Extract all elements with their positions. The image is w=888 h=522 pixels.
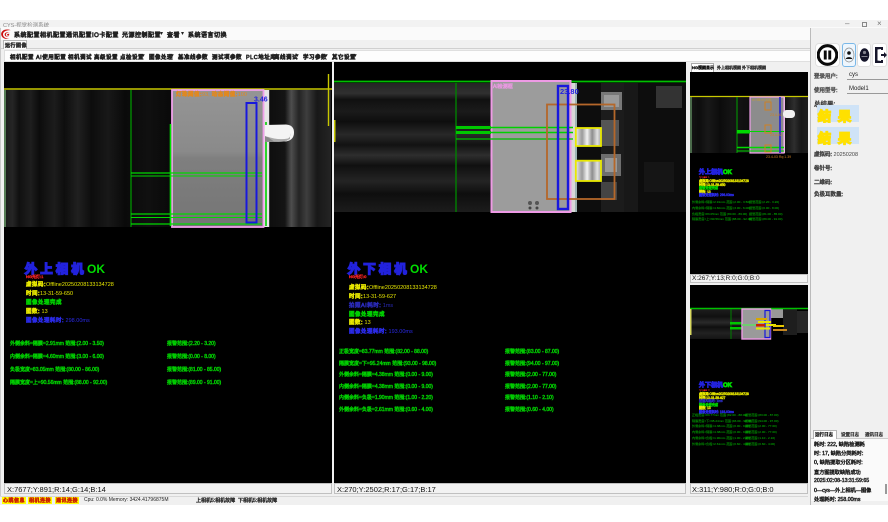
svg-text:□□:93 □□:100: □□:93 □□:100 bbox=[752, 98, 771, 102]
svg-text:3.46: 3.46 bbox=[254, 97, 268, 104]
svg-text:23.80: 23.80 bbox=[560, 87, 579, 96]
svg-text:23.4-01: 23.4-01 bbox=[770, 113, 782, 117]
svg-text:23.4-03 Rq:1.39: 23.4-03 Rq:1.39 bbox=[766, 155, 791, 159]
svg-text:23.4-02: 23.4-02 bbox=[770, 133, 782, 137]
